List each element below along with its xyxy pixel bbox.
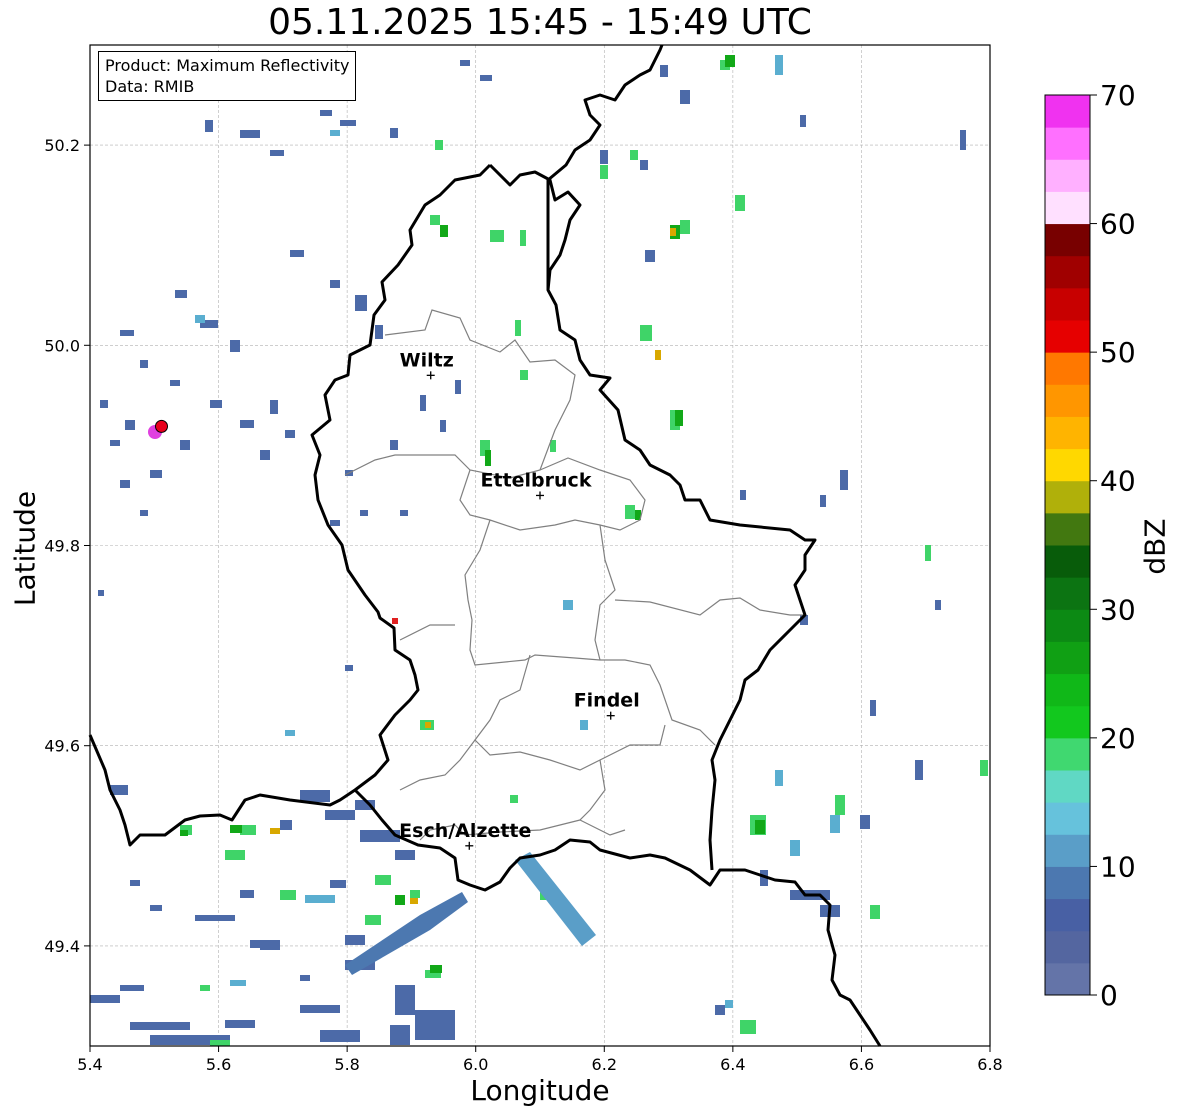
city-label: Findel	[574, 690, 640, 712]
x-tick-label: 6.4	[720, 1055, 745, 1074]
y-tick-label: 49.8	[44, 537, 80, 556]
colorbar-segment	[1045, 898, 1090, 932]
x-tick-label: 5.8	[334, 1055, 359, 1074]
x-tick-label: 6.8	[977, 1055, 1002, 1074]
colorbar-segment	[1045, 159, 1090, 192]
x-tick-label: 6.6	[849, 1055, 874, 1074]
city-label: Ettelbruck	[481, 469, 592, 491]
colorbar-segment	[1045, 255, 1090, 289]
colorbar-segment	[1045, 705, 1090, 739]
colorbar-segment	[1045, 127, 1090, 160]
colorbar-tick-label: 50	[1100, 336, 1136, 369]
colorbar-segment	[1045, 930, 1090, 964]
colorbar-segment	[1045, 448, 1090, 482]
colorbar-segment	[1045, 770, 1090, 803]
y-tick-label: 50.0	[44, 336, 80, 355]
city-label: Esch/Alzette	[399, 820, 531, 842]
x-tick-label: 5.4	[77, 1055, 102, 1074]
colorbar-segment	[1045, 95, 1090, 128]
x-tick-label: 6.2	[592, 1055, 617, 1074]
colorbar-segment	[1045, 512, 1090, 546]
colorbar-tick-label: 10	[1100, 850, 1136, 883]
colorbar-segment	[1045, 802, 1090, 835]
colorbar-segment	[1045, 545, 1090, 578]
colorbar-segment	[1045, 641, 1090, 675]
city-label: Wiltz	[400, 349, 454, 371]
colorbar-segment	[1045, 866, 1090, 900]
colorbar-segment	[1045, 673, 1090, 707]
colorbar-segment	[1045, 416, 1090, 450]
y-tick-label: 49.6	[44, 737, 80, 756]
colorbar-label: dBZ	[1138, 518, 1172, 575]
colorbar-segment	[1045, 737, 1090, 771]
y-axis-label: Latitude	[8, 490, 42, 607]
product-info-box: Product: Maximum Reflectivity Data: RMIB	[98, 51, 357, 101]
colorbar-tick-label: 20	[1100, 722, 1136, 755]
colorbar-tick-label: 60	[1100, 208, 1136, 241]
colorbar-tick-label: 0	[1100, 979, 1118, 1012]
colorbar-segment	[1045, 384, 1090, 417]
colorbar-tick-label: 40	[1100, 465, 1136, 498]
x-tick-label: 5.6	[206, 1055, 231, 1074]
colorbar-segment	[1045, 320, 1090, 353]
x-axis-label: Longitude	[470, 1074, 610, 1107]
colorbar-tick-label: 70	[1100, 79, 1136, 112]
colorbar-segment	[1045, 834, 1090, 867]
radar-map: 5.4 5.6 5.8 6.0 6.2 6.4 6.6 6.8 49.4 49.6 49.8 50.0…	[44, 44, 1136, 1074]
y-tick-label: 50.2	[44, 136, 80, 155]
colorbar-segment	[1045, 352, 1090, 385]
y-tick-label: 49.4	[44, 937, 80, 956]
colorbar-segment	[1045, 962, 1090, 996]
colorbar: 0 10 20 30 40 50 60 70	[1044, 79, 1136, 1012]
colorbar-segment	[1045, 191, 1090, 225]
data-source-label: Data: RMIB	[105, 77, 195, 96]
colorbar-segment	[1045, 609, 1090, 642]
product-label: Product: Maximum Reflectivity	[105, 56, 350, 75]
colorbar-segment	[1045, 223, 1090, 257]
x-tick-label: 6.0	[463, 1055, 488, 1074]
colorbar-segment	[1045, 480, 1090, 514]
colorbar-tick-label: 30	[1100, 593, 1136, 626]
colorbar-segment	[1045, 287, 1090, 321]
colorbar-segment	[1045, 577, 1090, 610]
